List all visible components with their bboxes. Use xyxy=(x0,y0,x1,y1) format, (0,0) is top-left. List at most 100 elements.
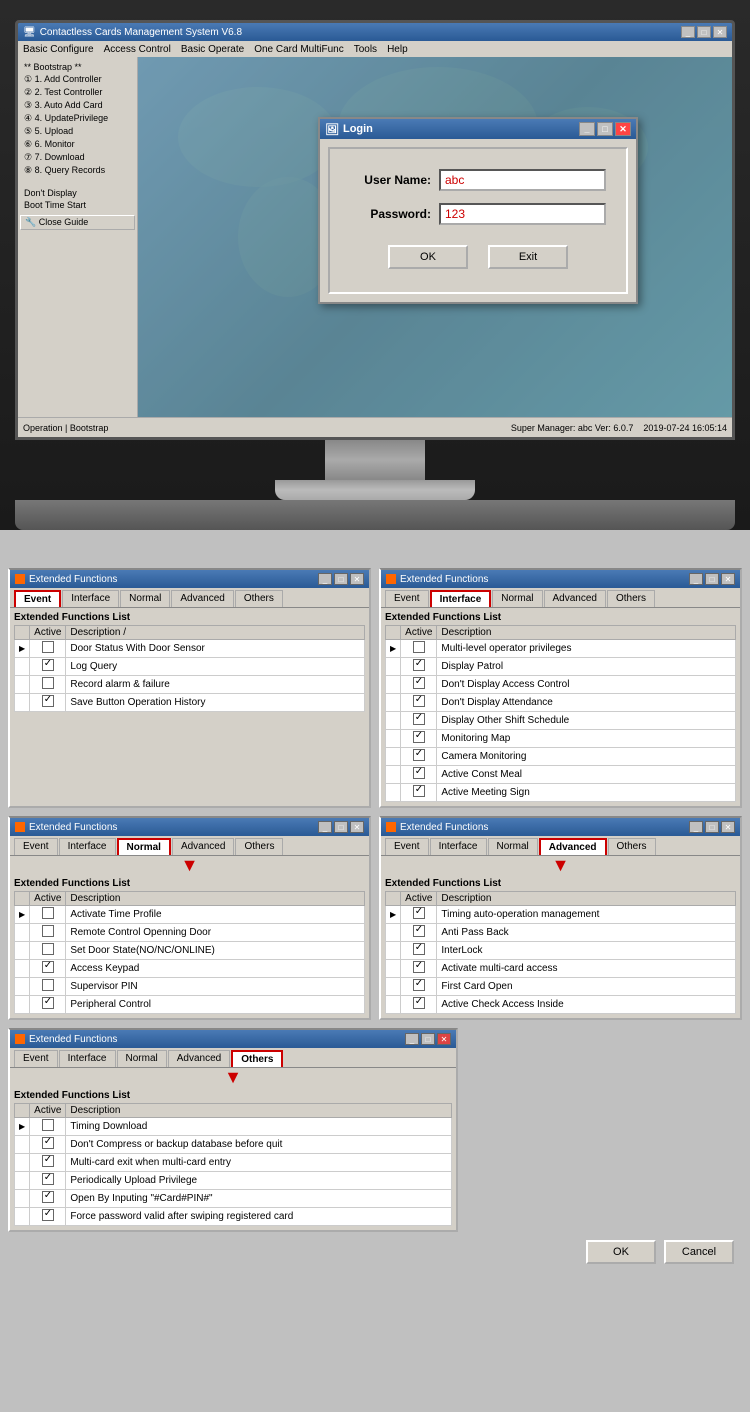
sidebar-boot-time-start[interactable]: Boot Time Start xyxy=(20,199,135,211)
table-row[interactable]: Display Patrol xyxy=(386,658,736,676)
checkbox-1-1[interactable] xyxy=(30,658,66,676)
login-close-btn[interactable]: ✕ xyxy=(615,122,631,136)
table-row[interactable]: ▶ Timing auto-operation management xyxy=(386,906,736,924)
ext-min-1[interactable]: _ xyxy=(318,573,332,585)
ext-close-3[interactable]: ✕ xyxy=(350,821,364,833)
cb-4-3[interactable] xyxy=(401,960,437,978)
ext-max-5[interactable]: □ xyxy=(421,1033,435,1045)
table-row[interactable]: Monitoring Map xyxy=(386,730,736,748)
cb-5-3[interactable] xyxy=(30,1172,66,1190)
checkbox-1-3[interactable] xyxy=(30,694,66,712)
cb-2-0[interactable] xyxy=(401,640,437,658)
cb-2-7[interactable] xyxy=(401,766,437,784)
cb-3-1[interactable] xyxy=(30,924,66,942)
ext-max-4[interactable]: □ xyxy=(705,821,719,833)
sidebar-add-controller[interactable]: ① 1. Add Controller xyxy=(20,73,135,86)
tab-normal-3[interactable]: Normal xyxy=(117,838,171,855)
sidebar-monitor[interactable]: ⑥ 6. Monitor xyxy=(20,138,135,151)
table-row[interactable]: Peripheral Control xyxy=(15,996,365,1014)
tab-event-5[interactable]: Event xyxy=(14,1050,58,1067)
ext-min-5[interactable]: _ xyxy=(405,1033,419,1045)
tab-normal-2[interactable]: Normal xyxy=(492,590,542,607)
cb-2-3[interactable] xyxy=(401,694,437,712)
cb-5-1[interactable] xyxy=(30,1136,66,1154)
tab-advanced-2[interactable]: Advanced xyxy=(544,590,606,607)
table-row[interactable]: Remote Control Openning Door xyxy=(15,924,365,942)
table-row[interactable]: Don't Display Attendance xyxy=(386,694,736,712)
cb-2-1[interactable] xyxy=(401,658,437,676)
menu-basic-operate[interactable]: Basic Operate xyxy=(181,44,244,55)
cancel-button[interactable]: Cancel xyxy=(664,1240,734,1264)
ext-close-1[interactable]: ✕ xyxy=(350,573,364,585)
tab-advanced-4[interactable]: Advanced xyxy=(539,838,607,855)
ext-max-1[interactable]: □ xyxy=(334,573,348,585)
table-row[interactable]: Supervisor PIN xyxy=(15,978,365,996)
login-maximize-btn[interactable]: □ xyxy=(597,122,613,136)
cb-3-2[interactable] xyxy=(30,942,66,960)
tab-others-2[interactable]: Others xyxy=(607,590,655,607)
tab-others-1[interactable]: Others xyxy=(235,590,283,607)
table-row[interactable]: ▶ Multi-level operator privileges xyxy=(386,640,736,658)
cb-2-5[interactable] xyxy=(401,730,437,748)
username-input[interactable] xyxy=(439,169,606,191)
sidebar-upload[interactable]: ⑤ 5. Upload xyxy=(20,125,135,138)
tab-interface-3[interactable]: Interface xyxy=(59,838,116,855)
tab-interface-1[interactable]: Interface xyxy=(62,590,119,607)
table-row[interactable]: First Card Open xyxy=(386,978,736,996)
login-ok-button[interactable]: OK xyxy=(388,245,468,269)
sidebar-auto-add-card[interactable]: ③ 3. Auto Add Card xyxy=(20,99,135,112)
login-minimize-btn[interactable]: _ xyxy=(579,122,595,136)
cb-2-8[interactable] xyxy=(401,784,437,802)
menu-basic-configure[interactable]: Basic Configure xyxy=(23,44,94,55)
table-row[interactable]: Set Door State(NO/NC/ONLINE) xyxy=(15,942,365,960)
tab-advanced-1[interactable]: Advanced xyxy=(171,590,233,607)
tab-interface-2[interactable]: Interface xyxy=(430,590,492,607)
ext-min-4[interactable]: _ xyxy=(689,821,703,833)
sidebar-test-controller[interactable]: ② 2. Test Controller xyxy=(20,86,135,99)
sidebar-query-records[interactable]: ⑧ 8. Query Records xyxy=(20,164,135,177)
maximize-btn[interactable]: □ xyxy=(697,26,711,38)
ext-max-2[interactable]: □ xyxy=(705,573,719,585)
menu-help[interactable]: Help xyxy=(387,44,408,55)
sidebar-dont-display[interactable]: Don't Display xyxy=(20,187,135,199)
cb-5-2[interactable] xyxy=(30,1154,66,1172)
tab-normal-1[interactable]: Normal xyxy=(120,590,170,607)
cb-3-3[interactable] xyxy=(30,960,66,978)
password-input[interactable] xyxy=(439,203,606,225)
tab-advanced-3[interactable]: Advanced xyxy=(172,838,234,855)
ok-button[interactable]: OK xyxy=(586,1240,656,1264)
tab-interface-5[interactable]: Interface xyxy=(59,1050,116,1067)
table-row[interactable]: Active Meeting Sign xyxy=(386,784,736,802)
cb-4-4[interactable] xyxy=(401,978,437,996)
cb-2-2[interactable] xyxy=(401,676,437,694)
cb-4-0[interactable] xyxy=(401,906,437,924)
table-row[interactable]: Open By Inputing "#Card#PIN#" xyxy=(15,1190,452,1208)
cb-5-0[interactable] xyxy=(30,1118,66,1136)
sidebar-bootstrap[interactable]: ** Bootstrap ** xyxy=(20,61,135,73)
cb-2-6[interactable] xyxy=(401,748,437,766)
tab-event-4[interactable]: Event xyxy=(385,838,429,855)
login-exit-button[interactable]: Exit xyxy=(488,245,568,269)
table-row[interactable]: Activate multi-card access xyxy=(386,960,736,978)
table-row[interactable]: Active Check Access Inside xyxy=(386,996,736,1014)
table-row[interactable]: Don't Compress or backup database before… xyxy=(15,1136,452,1154)
tab-event-1[interactable]: Event xyxy=(14,590,61,607)
table-row[interactable]: Multi-card exit when multi-card entry xyxy=(15,1154,452,1172)
table-row[interactable]: Periodically Upload Privilege xyxy=(15,1172,452,1190)
cb-4-1[interactable] xyxy=(401,924,437,942)
table-row[interactable]: Record alarm & failure xyxy=(15,676,365,694)
checkbox-1-0[interactable] xyxy=(30,640,66,658)
cb-4-2[interactable] xyxy=(401,942,437,960)
ext-max-3[interactable]: □ xyxy=(334,821,348,833)
ext-close-5[interactable]: ✕ xyxy=(437,1033,451,1045)
cb-5-5[interactable] xyxy=(30,1208,66,1226)
table-row[interactable]: Active Const Meal xyxy=(386,766,736,784)
cb-3-0[interactable] xyxy=(30,906,66,924)
cb-5-4[interactable] xyxy=(30,1190,66,1208)
table-row[interactable]: Camera Monitoring xyxy=(386,748,736,766)
table-row[interactable]: ▶ Activate Time Profile xyxy=(15,906,365,924)
ext-close-4[interactable]: ✕ xyxy=(721,821,735,833)
tab-others-3[interactable]: Others xyxy=(235,838,283,855)
ext-min-3[interactable]: _ xyxy=(318,821,332,833)
menu-tools[interactable]: Tools xyxy=(354,44,377,55)
